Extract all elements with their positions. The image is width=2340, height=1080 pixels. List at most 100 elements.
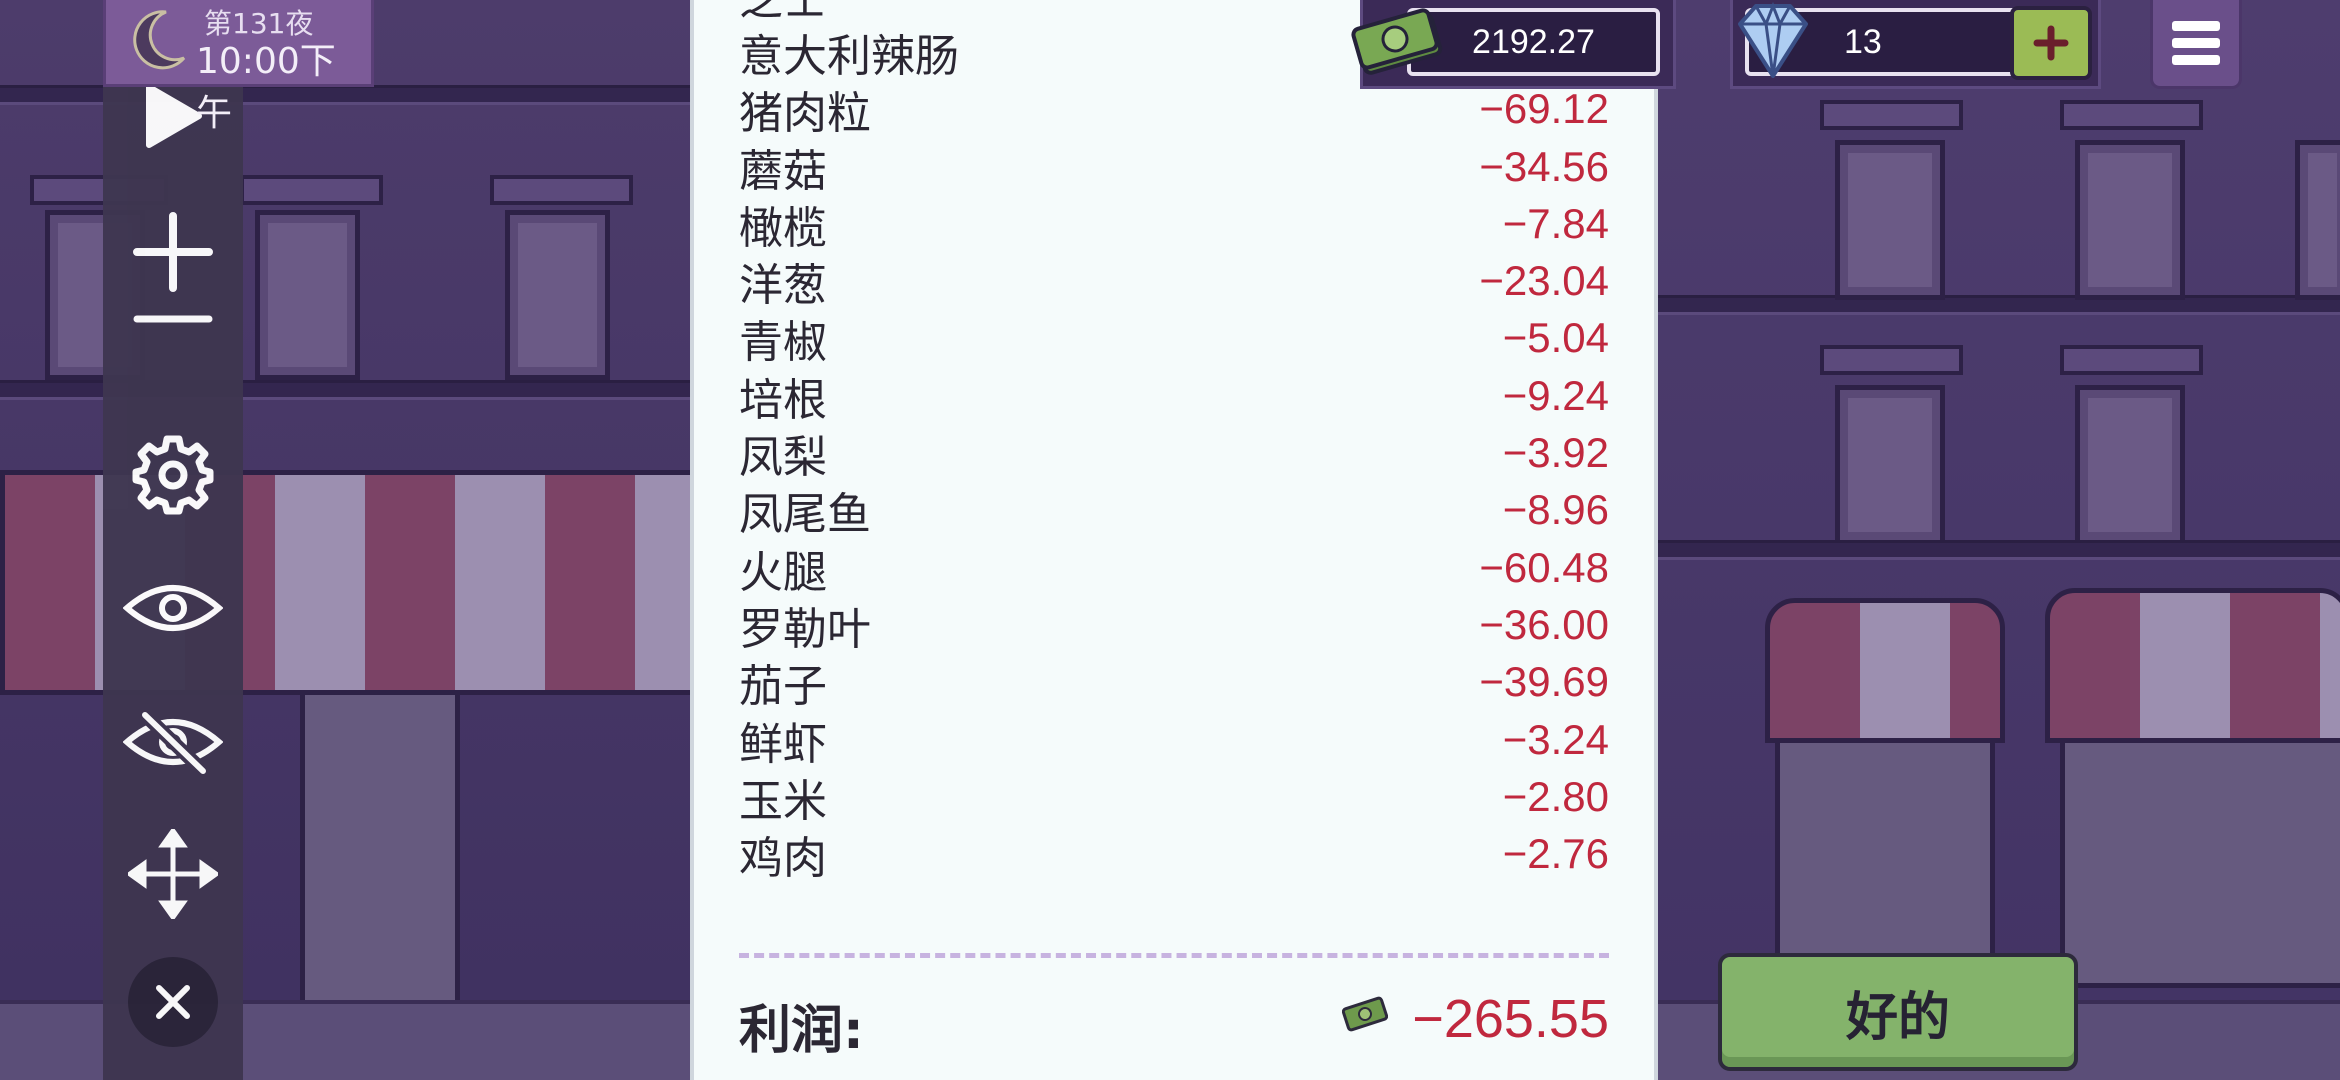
zoom-out-icon	[133, 315, 213, 323]
receipt-item-list: 芝士意大利辣肠猪肉粒−69.12蘑菇−34.56橄榄−7.84洋葱−23.04青…	[739, 0, 1609, 884]
receipt-row: 凤梨 −3.92	[739, 424, 1609, 483]
window-cap	[490, 175, 633, 205]
ingredient-cost: −3.92	[1502, 429, 1609, 477]
receipt-row: 鸡肉 −2.76	[739, 825, 1609, 884]
close-icon	[156, 985, 190, 1019]
ingredient-cost: −9.24	[1502, 371, 1609, 419]
buy-gems-button[interactable]	[2010, 6, 2092, 80]
cash-icon	[1351, 8, 1443, 75]
ingredient-cost: −5.04	[1502, 314, 1609, 362]
receipt-panel: 芝士意大利辣肠猪肉粒−69.12蘑菇−34.56橄榄−7.84洋葱−23.04青…	[690, 0, 1658, 1080]
ingredient-name: 蘑菇	[739, 145, 827, 197]
cash-icon	[1341, 996, 1389, 1036]
ingredient-name: 凤尾鱼	[739, 489, 871, 541]
ingredient-cost: −3.24	[1502, 715, 1609, 763]
window-cap	[2060, 345, 2203, 375]
ingredient-name: 意大利辣肠	[739, 30, 959, 82]
ingredient-cost: −7.84	[1502, 199, 1609, 247]
receipt-divider	[739, 953, 1609, 958]
zoom-out-button[interactable]	[103, 304, 243, 334]
window-cap	[2060, 100, 2203, 130]
ingredient-name: 鲜虾	[739, 718, 827, 770]
ok-button-label: 好的	[1845, 987, 1950, 1048]
ingredient-cost: −2.80	[1502, 772, 1609, 820]
ingredient-cost: −23.04	[1479, 257, 1609, 305]
gem-count: 13	[1844, 22, 1882, 61]
money-value: 2192.27	[1472, 22, 1595, 61]
diamond-icon	[1738, 1, 1808, 78]
receipt-row: 橄榄 −7.84	[739, 195, 1609, 254]
ingredient-name: 凤梨	[739, 432, 827, 484]
window-cap	[1820, 100, 1963, 130]
receipt-row: 茄子 −39.69	[739, 654, 1609, 712]
window	[255, 210, 360, 380]
eye-icon	[123, 585, 223, 631]
ingredient-name: 橄榄	[739, 202, 827, 254]
close-button[interactable]	[103, 955, 243, 1049]
receipt-row: 猪肉粒 −69.12	[739, 81, 1609, 139]
profit-value: −265.55	[1412, 989, 1609, 1049]
move-button[interactable]	[103, 824, 243, 924]
awning	[2045, 588, 2340, 743]
ingredient-name: 罗勒叶	[739, 603, 871, 655]
shop-door	[300, 690, 460, 1010]
ok-button[interactable]: 好的	[1718, 953, 2078, 1071]
hide-button[interactable]	[103, 702, 243, 782]
settings-button[interactable]	[103, 430, 243, 520]
receipt-row: 罗勒叶 −36.00	[739, 596, 1609, 655]
ingredient-name: 猪肉粒	[739, 88, 871, 140]
receipt-row: 培根 −9.24	[739, 367, 1609, 426]
receipt-row: 鲜虾 −3.24	[739, 711, 1609, 770]
move-icon	[128, 829, 218, 919]
window	[2075, 385, 2185, 545]
window	[505, 210, 610, 380]
money-panel: 2192.27	[1351, 0, 1676, 89]
zoom-in-icon	[133, 212, 213, 292]
left-toolbar	[103, 40, 243, 1080]
window	[2075, 140, 2185, 300]
ingredient-name: 茄子	[739, 661, 827, 713]
ingredient-name: 火腿	[739, 546, 827, 598]
receipt-row: 洋葱 −23.04	[739, 252, 1609, 311]
clock-time: 10:00下午	[196, 41, 336, 134]
ingredient-name: 洋葱	[739, 260, 827, 312]
zoom-in-button[interactable]	[103, 212, 243, 292]
ingredient-cost: −34.56	[1479, 142, 1609, 190]
ingredient-name: 鸡肉	[739, 833, 827, 885]
ingredient-name: 玉米	[739, 775, 827, 827]
ingredient-name: 培根	[739, 374, 827, 426]
ingredient-cost: −8.96	[1502, 486, 1609, 534]
eye-off-icon	[123, 709, 223, 775]
receipt-row: 火腿 −60.48	[739, 539, 1609, 598]
shop-door	[1775, 738, 1995, 958]
gem-panel: 13	[1730, 0, 2101, 89]
moon-icon	[133, 10, 186, 70]
day-time-badge: 第131夜 10:00下午	[103, 0, 374, 134]
receipt-row: 青椒 −5.04	[739, 310, 1609, 368]
ledge	[1640, 295, 2340, 315]
hamburger-menu-icon	[2172, 21, 2220, 65]
ingredient-cost: −39.69	[1479, 658, 1609, 706]
close-button-circle	[128, 957, 218, 1047]
window	[1835, 385, 1945, 545]
receipt-row: 蘑菇 −34.56	[739, 138, 1609, 197]
gear-icon	[132, 435, 214, 515]
ingredient-name: 青椒	[739, 317, 827, 369]
window	[1835, 140, 1945, 300]
ingredient-cost: −69.12	[1479, 85, 1609, 133]
window-cap	[240, 175, 383, 205]
ledge	[1640, 540, 2340, 560]
plus-icon	[2033, 25, 2069, 61]
awning	[1765, 598, 2005, 743]
receipt-row: 玉米 −2.80	[739, 768, 1609, 827]
window-cap	[1820, 345, 1963, 375]
window	[2295, 140, 2340, 300]
ingredient-cost: −36.00	[1479, 600, 1609, 648]
shop-door	[2060, 738, 2340, 988]
show-button[interactable]	[103, 568, 243, 648]
menu-button[interactable]	[2150, 0, 2242, 89]
profit-label: 利润:	[739, 1001, 864, 1061]
receipt-row: 凤尾鱼 −8.96	[739, 482, 1609, 540]
ingredient-cost: −60.48	[1479, 543, 1609, 591]
ingredient-cost: −2.76	[1502, 830, 1609, 878]
